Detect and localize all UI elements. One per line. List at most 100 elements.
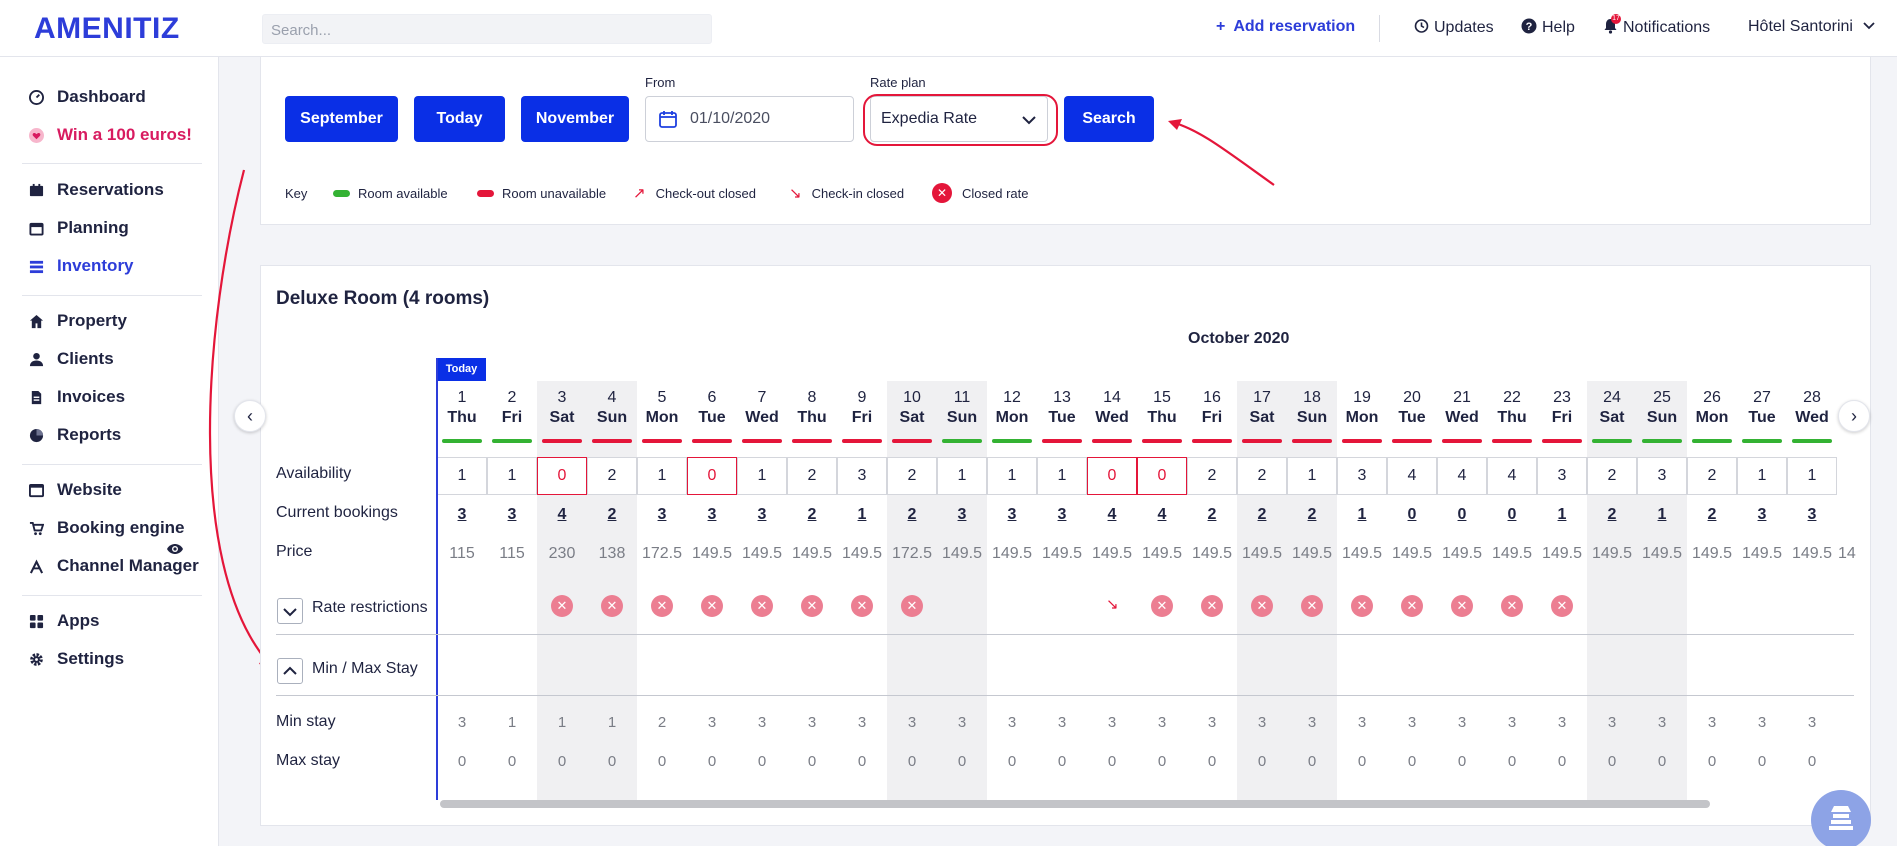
- today-button[interactable]: Today: [414, 96, 505, 142]
- booking-count-link[interactable]: 2: [888, 506, 936, 524]
- availability-cell[interactable]: 3: [837, 457, 887, 495]
- max-stay-cell[interactable]: 0: [838, 753, 886, 770]
- sidebar-item-reports[interactable]: Reports: [29, 424, 121, 446]
- price-cell[interactable]: 149.5: [1388, 545, 1436, 563]
- booking-count-link[interactable]: 2: [1238, 506, 1286, 524]
- max-stay-cell[interactable]: 0: [988, 753, 1036, 770]
- availability-cell[interactable]: 2: [1587, 457, 1637, 495]
- price-cell[interactable]: 138: [588, 545, 636, 563]
- checkin-closed-icon[interactable]: ↘: [1106, 595, 1119, 613]
- price-cell[interactable]: 149.5: [1238, 545, 1286, 563]
- availability-cell[interactable]: 1: [737, 457, 787, 495]
- booking-count-link[interactable]: 4: [1138, 506, 1186, 524]
- min-stay-cell[interactable]: 3: [1188, 714, 1236, 731]
- price-cell[interactable]: 149.5: [938, 545, 986, 563]
- availability-cell[interactable]: 4: [1387, 457, 1437, 495]
- max-stay-cell[interactable]: 0: [1138, 753, 1186, 770]
- sidebar-item-property[interactable]: Property: [29, 310, 127, 332]
- min-stay-cell[interactable]: 3: [1688, 714, 1736, 731]
- price-cell[interactable]: 172.5: [638, 545, 686, 563]
- closed-rate-icon[interactable]: ✕: [1501, 595, 1523, 617]
- max-stay-cell[interactable]: 0: [1288, 753, 1336, 770]
- min-max-stay-toggle[interactable]: [277, 658, 303, 684]
- max-stay-cell[interactable]: 0: [1238, 753, 1286, 770]
- booking-count-link[interactable]: 3: [1038, 506, 1086, 524]
- price-cell[interactable]: 149.5: [1738, 545, 1786, 563]
- closed-rate-icon[interactable]: ✕: [701, 595, 723, 617]
- closed-rate-icon[interactable]: ✕: [1401, 595, 1423, 617]
- max-stay-cell[interactable]: 0: [888, 753, 936, 770]
- max-stay-cell[interactable]: 0: [1188, 753, 1236, 770]
- min-stay-cell[interactable]: 3: [1338, 714, 1386, 731]
- min-stay-cell[interactable]: 3: [438, 714, 486, 731]
- min-stay-cell[interactable]: 3: [838, 714, 886, 731]
- closed-rate-icon[interactable]: ✕: [801, 595, 823, 617]
- max-stay-cell[interactable]: 0: [438, 753, 486, 770]
- min-stay-cell[interactable]: 3: [738, 714, 786, 731]
- sidebar-item-dashboard[interactable]: Dashboard: [29, 86, 146, 108]
- max-stay-cell[interactable]: 0: [1038, 753, 1086, 770]
- booking-count-link[interactable]: 0: [1488, 506, 1536, 524]
- availability-cell[interactable]: 4: [1487, 457, 1537, 495]
- price-cell[interactable]: 149.5: [738, 545, 786, 563]
- max-stay-cell[interactable]: 0: [1388, 753, 1436, 770]
- availability-cell[interactable]: 2: [1187, 457, 1237, 495]
- search-button[interactable]: Search: [1064, 96, 1154, 142]
- min-stay-cell[interactable]: 3: [938, 714, 986, 731]
- closed-rate-icon[interactable]: ✕: [1151, 595, 1173, 617]
- price-cell[interactable]: 149.5: [1788, 545, 1836, 563]
- help-button[interactable]: ? Help: [1521, 18, 1575, 37]
- max-stay-cell[interactable]: 0: [588, 753, 636, 770]
- booking-count-link[interactable]: 4: [538, 506, 586, 524]
- closed-rate-icon[interactable]: ✕: [601, 595, 623, 617]
- booking-count-link[interactable]: 3: [938, 506, 986, 524]
- min-stay-cell[interactable]: 3: [888, 714, 936, 731]
- price-cell[interactable]: 149.5: [1488, 545, 1536, 563]
- price-cell[interactable]: 149.5: [838, 545, 886, 563]
- updates-button[interactable]: Updates: [1413, 18, 1494, 37]
- min-stay-cell[interactable]: 3: [1488, 714, 1536, 731]
- add-reservation-button[interactable]: + Add reservation: [1216, 18, 1355, 36]
- availability-cell[interactable]: 1: [437, 457, 487, 495]
- price-cell[interactable]: 149.5: [1638, 545, 1686, 563]
- min-stay-cell[interactable]: 1: [588, 714, 636, 731]
- availability-cell[interactable]: 0: [687, 457, 737, 495]
- max-stay-cell[interactable]: 0: [1538, 753, 1586, 770]
- booking-count-link[interactable]: 3: [488, 506, 536, 524]
- availability-cell[interactable]: 1: [637, 457, 687, 495]
- min-stay-cell[interactable]: 3: [1288, 714, 1336, 731]
- closed-rate-icon[interactable]: ✕: [651, 595, 673, 617]
- booking-count-link[interactable]: 3: [1738, 506, 1786, 524]
- min-stay-cell[interactable]: 1: [538, 714, 586, 731]
- sidebar-item-apps[interactable]: Apps: [29, 610, 100, 632]
- rate-restrictions-toggle[interactable]: [277, 598, 303, 624]
- booking-count-link[interactable]: 2: [1288, 506, 1336, 524]
- closed-rate-icon[interactable]: ✕: [1201, 595, 1223, 617]
- max-stay-cell[interactable]: 0: [1088, 753, 1136, 770]
- booking-count-link[interactable]: 3: [438, 506, 486, 524]
- closed-rate-icon[interactable]: ✕: [551, 595, 573, 617]
- max-stay-cell[interactable]: 0: [538, 753, 586, 770]
- hotel-selector[interactable]: Hôtel Santorini: [1748, 18, 1876, 36]
- max-stay-cell[interactable]: 0: [1688, 753, 1736, 770]
- min-stay-cell[interactable]: 3: [1738, 714, 1786, 731]
- price-cell[interactable]: 115: [438, 545, 486, 563]
- availability-cell[interactable]: 2: [787, 457, 837, 495]
- booking-count-link[interactable]: 2: [1588, 506, 1636, 524]
- max-stay-cell[interactable]: 0: [1638, 753, 1686, 770]
- max-stay-cell[interactable]: 0: [638, 753, 686, 770]
- sidebar-item-clients[interactable]: Clients: [29, 348, 114, 370]
- closed-rate-icon[interactable]: ✕: [751, 595, 773, 617]
- price-cell[interactable]: 149.5: [1038, 545, 1086, 563]
- availability-cell[interactable]: 3: [1337, 457, 1387, 495]
- search-input[interactable]: Search...: [262, 14, 712, 44]
- min-stay-cell[interactable]: 3: [1238, 714, 1286, 731]
- closed-rate-icon[interactable]: ✕: [1351, 595, 1373, 617]
- availability-cell[interactable]: 1: [987, 457, 1037, 495]
- max-stay-cell[interactable]: 0: [1338, 753, 1386, 770]
- min-stay-cell[interactable]: 3: [1038, 714, 1086, 731]
- prev-days-button[interactable]: ‹: [234, 400, 266, 432]
- availability-cell[interactable]: 2: [1237, 457, 1287, 495]
- price-cell[interactable]: 149.5: [1588, 545, 1636, 563]
- max-stay-cell[interactable]: 0: [738, 753, 786, 770]
